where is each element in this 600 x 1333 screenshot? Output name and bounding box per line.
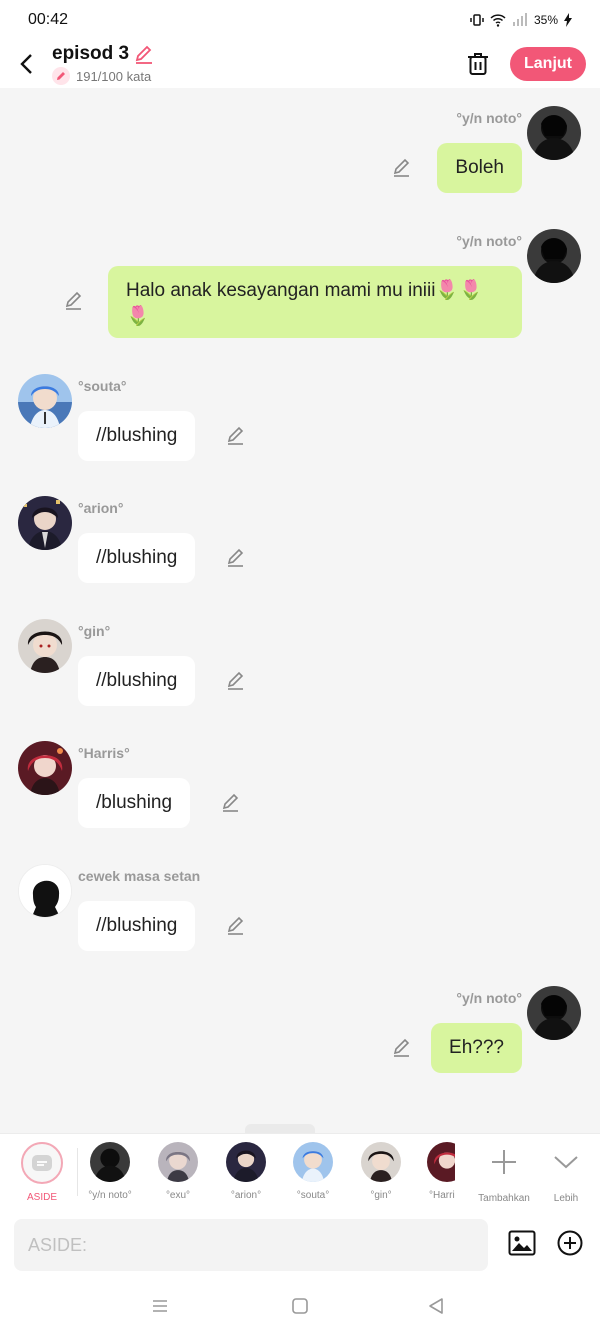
character-label: °arion° bbox=[230, 1190, 262, 1201]
image-icon bbox=[508, 1230, 536, 1256]
status-time: 00:42 bbox=[28, 11, 69, 28]
message-bubble[interactable]: Halo anak kesayangan mami mu iniii🌷🌷🌷 bbox=[108, 266, 522, 338]
aside-icon bbox=[21, 1142, 63, 1184]
plus-circle-icon bbox=[557, 1230, 583, 1256]
speaker-name: °gin° bbox=[78, 623, 111, 639]
edit-message-icon[interactable] bbox=[225, 670, 247, 692]
speaker-avatar[interactable] bbox=[18, 374, 72, 428]
add-more-button[interactable] bbox=[554, 1227, 586, 1259]
speaker-name: °Harris° bbox=[78, 745, 130, 761]
speaker-avatar[interactable] bbox=[527, 106, 581, 160]
message-bubble[interactable]: //blushing bbox=[78, 533, 196, 583]
speaker-name: °arion° bbox=[78, 500, 124, 516]
charging-icon bbox=[564, 13, 572, 27]
episode-title: episod 3 bbox=[52, 43, 130, 64]
character-item[interactable]: °arion° bbox=[216, 1142, 276, 1201]
message-bubble[interactable]: //blushing bbox=[78, 901, 196, 951]
character-bar: ASIDE °y/n noto° °exu° °arion° °souta° °… bbox=[0, 1133, 600, 1211]
image-button[interactable] bbox=[506, 1227, 538, 1259]
add-label: Tambahkan bbox=[478, 1193, 530, 1204]
speaker-avatar[interactable] bbox=[18, 741, 72, 795]
edit-message-icon[interactable] bbox=[220, 792, 242, 814]
chevron-left-icon bbox=[20, 54, 32, 74]
chevron-down-icon bbox=[554, 1156, 578, 1169]
character-label: °exu° bbox=[165, 1190, 191, 1201]
edit-message-icon[interactable] bbox=[391, 157, 413, 179]
speaker-avatar[interactable] bbox=[18, 496, 72, 550]
edit-message-icon[interactable] bbox=[391, 1037, 413, 1059]
character-label: °y/n noto° bbox=[88, 1190, 132, 1201]
character-label: ASIDE bbox=[26, 1192, 57, 1203]
character-avatar bbox=[90, 1142, 130, 1182]
editor-header: episod 3 191/100 kata Lanjut bbox=[0, 40, 600, 88]
character-avatar bbox=[361, 1142, 401, 1182]
status-icons: 35% bbox=[470, 13, 572, 27]
battery-level: 35% bbox=[533, 13, 558, 27]
trash-icon bbox=[468, 53, 488, 75]
character-label: °Harris° bbox=[429, 1190, 455, 1201]
pencil-badge-icon bbox=[52, 67, 70, 85]
edit-message-icon[interactable] bbox=[225, 547, 247, 569]
message-input[interactable] bbox=[14, 1219, 488, 1271]
chat-area[interactable]: °y/n noto° Boleh °y/n noto° Halo anak ke… bbox=[0, 88, 600, 1132]
edit-title-icon[interactable] bbox=[133, 43, 155, 65]
character-aside[interactable]: ASIDE bbox=[12, 1142, 72, 1203]
edit-message-icon[interactable] bbox=[225, 425, 247, 447]
status-bar: 00:42 35% bbox=[0, 0, 600, 40]
character-label: °gin° bbox=[370, 1190, 392, 1201]
character-item[interactable]: °exu° bbox=[148, 1142, 208, 1201]
edit-message-icon[interactable] bbox=[225, 915, 247, 937]
message-bubble[interactable]: Boleh bbox=[437, 143, 522, 193]
message-bubble[interactable]: /blushing bbox=[78, 778, 191, 828]
menu-icon[interactable] bbox=[151, 1297, 169, 1315]
speaker-name: °y/n noto° bbox=[456, 110, 522, 126]
speaker-avatar[interactable] bbox=[527, 229, 581, 283]
message-bubble[interactable]: //blushing bbox=[78, 411, 196, 461]
next-button[interactable]: Lanjut bbox=[510, 47, 586, 81]
character-item[interactable]: °souta° bbox=[283, 1142, 343, 1201]
character-item[interactable]: °y/n noto° bbox=[80, 1142, 140, 1201]
character-avatar bbox=[427, 1142, 455, 1182]
speaker-name: °y/n noto° bbox=[456, 990, 522, 1006]
more-button[interactable]: Lebih bbox=[536, 1142, 596, 1204]
system-nav-bar bbox=[0, 1281, 600, 1333]
speaker-name: cewek masa setan bbox=[78, 868, 201, 884]
character-avatar bbox=[158, 1142, 198, 1182]
input-bar bbox=[0, 1211, 600, 1281]
speaker-avatar[interactable] bbox=[18, 619, 72, 673]
message-bubble[interactable]: //blushing bbox=[78, 656, 196, 706]
back-nav-icon[interactable] bbox=[427, 1297, 445, 1315]
speaker-name: °y/n noto° bbox=[456, 233, 522, 249]
divider bbox=[77, 1148, 78, 1196]
edit-message-icon[interactable] bbox=[63, 290, 85, 312]
wifi-icon bbox=[490, 14, 506, 27]
word-count-row: 191/100 kata bbox=[52, 67, 458, 85]
vibrate-icon bbox=[470, 14, 484, 26]
character-item[interactable]: °gin° bbox=[351, 1142, 411, 1201]
title-block: episod 3 191/100 kata bbox=[52, 43, 458, 85]
speaker-name: °souta° bbox=[78, 378, 127, 394]
speaker-avatar[interactable] bbox=[18, 864, 72, 918]
message-bubble[interactable]: Eh??? bbox=[431, 1023, 522, 1073]
speaker-avatar[interactable] bbox=[527, 986, 581, 1040]
more-label: Lebih bbox=[553, 1193, 579, 1204]
home-icon[interactable] bbox=[291, 1297, 309, 1315]
character-item[interactable]: °Harris° bbox=[419, 1142, 455, 1201]
plus-icon bbox=[492, 1150, 516, 1174]
character-label: °souta° bbox=[296, 1190, 330, 1201]
back-button[interactable] bbox=[0, 40, 52, 88]
character-avatar bbox=[226, 1142, 266, 1182]
word-count: 191/100 kata bbox=[76, 68, 152, 84]
episode-title-row[interactable]: episod 3 bbox=[52, 43, 458, 65]
delete-button[interactable] bbox=[458, 44, 498, 84]
add-character-button[interactable]: Tambahkan bbox=[471, 1142, 537, 1204]
signal-icon bbox=[512, 13, 527, 26]
character-avatar bbox=[293, 1142, 333, 1182]
